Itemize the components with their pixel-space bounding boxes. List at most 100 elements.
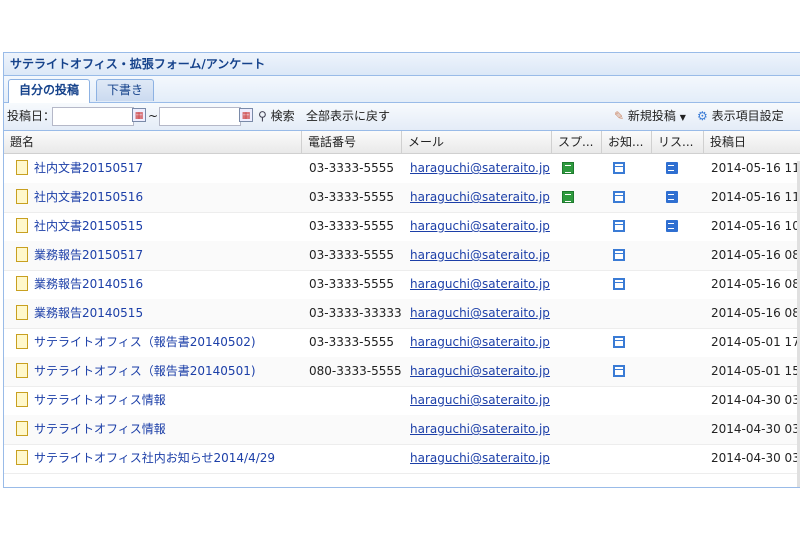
date-filter-label: 投稿日： bbox=[7, 109, 56, 123]
edit-icon: ✎ bbox=[614, 109, 625, 123]
row-email-link[interactable]: haraguchi@sateraito.jp bbox=[410, 357, 550, 386]
table-row[interactable]: 社内文書20150517 03-3333-5555 haraguchi@satera… bbox=[4, 154, 800, 184]
row-title-cell[interactable]: サテライトオフィス（報告書20140501) bbox=[16, 357, 256, 386]
row-email-link[interactable]: haraguchi@sateraito.jp bbox=[410, 328, 550, 357]
row-title[interactable]: 社内文書20150516 bbox=[34, 190, 143, 204]
row-title[interactable]: サテライトオフィス（報告書20140502) bbox=[34, 335, 256, 349]
row-phone: 03-3333-5555 bbox=[309, 335, 395, 349]
table-row[interactable]: 社内文書20150515 03-3333-5555 haraguchi@satera… bbox=[4, 212, 800, 242]
row-title-cell[interactable]: 社内文書20150516 bbox=[16, 183, 143, 212]
row-email-link[interactable]: haraguchi@sateraito.jp bbox=[410, 386, 550, 415]
row-title[interactable]: 業務報告20150517 bbox=[34, 248, 143, 262]
row-title-cell[interactable]: サテライトオフィス情報 bbox=[16, 415, 166, 444]
grid-header: 題名 電話番号 メール スプ... お知... リス... 投稿日 bbox=[4, 131, 800, 154]
row-phone: 03-3333-33333 bbox=[309, 306, 402, 320]
row-title[interactable]: サテライトオフィス社内お知らせ2014/4/29 bbox=[34, 451, 275, 465]
calendar-from-icon[interactable]: ▦ bbox=[132, 108, 146, 122]
row-email-link[interactable]: haraguchi@sateraito.jp bbox=[410, 183, 550, 212]
table-row[interactable]: 社内文書20150516 03-3333-5555 haraguchi@satera… bbox=[4, 183, 800, 213]
form-icon[interactable] bbox=[613, 220, 625, 232]
date-from-input[interactable] bbox=[52, 107, 134, 126]
document-icon bbox=[16, 363, 28, 378]
row-title[interactable]: サテライトオフィス情報 bbox=[34, 393, 166, 407]
document-icon bbox=[16, 421, 28, 436]
chevron-down-icon: ▼ bbox=[679, 113, 686, 122]
row-title-cell[interactable]: サテライトオフィス社内お知らせ2014/4/29 bbox=[16, 444, 275, 473]
document-icon bbox=[16, 189, 28, 204]
col-phone[interactable]: 電話番号 bbox=[302, 131, 402, 153]
row-title-cell[interactable]: 社内文書20150515 bbox=[16, 212, 143, 241]
new-post-button[interactable]: ✎ 新規投稿 ▼ bbox=[614, 103, 686, 130]
table-row[interactable]: サテライトオフィス社内お知らせ2014/4/29 haraguchi@satera… bbox=[4, 444, 800, 474]
col-date[interactable]: 投稿日 bbox=[704, 131, 800, 153]
row-email-link[interactable]: haraguchi@sateraito.jp bbox=[410, 212, 550, 241]
spreadsheet-icon[interactable] bbox=[562, 191, 574, 203]
search-icon: ⚲ bbox=[258, 109, 267, 123]
tab-drafts[interactable]: 下書き bbox=[96, 79, 155, 101]
row-title[interactable]: 社内文書20150517 bbox=[34, 161, 143, 175]
col-notice[interactable]: お知... bbox=[602, 131, 652, 153]
col-spreadsheet[interactable]: スプ... bbox=[552, 131, 602, 153]
row-email-link[interactable]: haraguchi@sateraito.jp bbox=[410, 444, 550, 473]
row-phone: 03-3333-5555 bbox=[309, 161, 395, 175]
col-title[interactable]: 題名 bbox=[4, 131, 302, 153]
table-row[interactable]: サテライトオフィス（報告書20140501) 080-3333-5555 harag… bbox=[4, 357, 800, 387]
date-to-input[interactable] bbox=[159, 107, 241, 126]
table-row[interactable]: サテライトオフィス情報 haraguchi@sateraito.jp 2014-04… bbox=[4, 415, 800, 445]
row-title[interactable]: 業務報告20140516 bbox=[34, 277, 143, 291]
gear-icon: ⚙ bbox=[697, 109, 708, 123]
row-title-cell[interactable]: 業務報告20140515 bbox=[16, 299, 143, 328]
row-email-link[interactable]: haraguchi@sateraito.jp bbox=[410, 154, 550, 183]
row-phone: 03-3333-5555 bbox=[309, 248, 395, 262]
document-icon bbox=[16, 305, 28, 320]
row-title-cell[interactable]: 社内文書20150517 bbox=[16, 154, 143, 183]
row-title[interactable]: サテライトオフィス情報 bbox=[34, 422, 166, 436]
document-icon bbox=[16, 218, 28, 233]
table-row[interactable]: 業務報告20140516 03-3333-5555 haraguchi@satera… bbox=[4, 270, 800, 300]
row-date: 2014-05-16 08: bbox=[711, 277, 800, 291]
form-icon[interactable] bbox=[613, 191, 625, 203]
row-email-link[interactable]: haraguchi@sateraito.jp bbox=[410, 299, 550, 328]
form-icon[interactable] bbox=[613, 336, 625, 348]
search-label: 検索 bbox=[270, 109, 295, 123]
row-title[interactable]: サテライトオフィス（報告書20140501) bbox=[34, 364, 256, 378]
form-icon[interactable] bbox=[613, 365, 625, 377]
document-icon bbox=[16, 392, 28, 407]
row-date: 2014-05-16 11: bbox=[711, 190, 800, 204]
table-row[interactable]: サテライトオフィス（報告書20140502) 03-3333-5555 haragu… bbox=[4, 328, 800, 358]
col-email[interactable]: メール bbox=[402, 131, 552, 153]
panel-title: サテライトオフィス・拡張フォーム/アンケート bbox=[4, 53, 800, 76]
tab-my-posts[interactable]: 自分の投稿 bbox=[8, 79, 91, 103]
row-title-cell[interactable]: 業務報告20140516 bbox=[16, 270, 143, 299]
row-date: 2014-05-16 08: bbox=[711, 248, 800, 262]
form-icon[interactable] bbox=[613, 249, 625, 261]
row-email-link[interactable]: haraguchi@sateraito.jp bbox=[410, 241, 550, 270]
row-phone: 03-3333-5555 bbox=[309, 190, 395, 204]
display-settings-button[interactable]: ⚙ 表示項目設定 bbox=[697, 103, 784, 130]
row-phone: 03-3333-5555 bbox=[309, 277, 395, 291]
row-title-cell[interactable]: サテライトオフィス（報告書20140502) bbox=[16, 328, 256, 357]
search-button[interactable]: ⚲ 検索 bbox=[258, 103, 295, 130]
document-icon bbox=[16, 160, 28, 175]
list-icon[interactable] bbox=[666, 191, 678, 203]
show-all-button[interactable]: 全部表示に戻す bbox=[306, 103, 390, 130]
row-email-link[interactable]: haraguchi@sateraito.jp bbox=[410, 270, 550, 299]
list-icon[interactable] bbox=[666, 162, 678, 174]
list-icon[interactable] bbox=[666, 220, 678, 232]
form-icon[interactable] bbox=[613, 162, 625, 174]
row-date: 2014-05-01 15: bbox=[711, 364, 800, 378]
toolbar: 投稿日： ▦ ~ ▦ ⚲ 検索 全部表示に戻す ✎ 新規投稿 ▼ ⚙ 表示項目設… bbox=[4, 103, 800, 131]
table-row[interactable]: 業務報告20150517 03-3333-5555 haraguchi@satera… bbox=[4, 241, 800, 271]
row-title-cell[interactable]: サテライトオフィス情報 bbox=[16, 386, 166, 415]
row-email-link[interactable]: haraguchi@sateraito.jp bbox=[410, 415, 550, 444]
calendar-to-icon[interactable]: ▦ bbox=[239, 108, 253, 122]
form-icon[interactable] bbox=[613, 278, 625, 290]
col-list[interactable]: リス... bbox=[652, 131, 704, 153]
table-row[interactable]: 業務報告20140515 03-3333-33333 haraguchi@sater… bbox=[4, 299, 800, 329]
row-title[interactable]: 社内文書20150515 bbox=[34, 219, 143, 233]
table-row[interactable]: サテライトオフィス情報 haraguchi@sateraito.jp 2014-04… bbox=[4, 386, 800, 416]
row-phone: 080-3333-5555 bbox=[309, 364, 402, 378]
spreadsheet-icon[interactable] bbox=[562, 162, 574, 174]
row-title[interactable]: 業務報告20140515 bbox=[34, 306, 143, 320]
row-title-cell[interactable]: 業務報告20150517 bbox=[16, 241, 143, 270]
